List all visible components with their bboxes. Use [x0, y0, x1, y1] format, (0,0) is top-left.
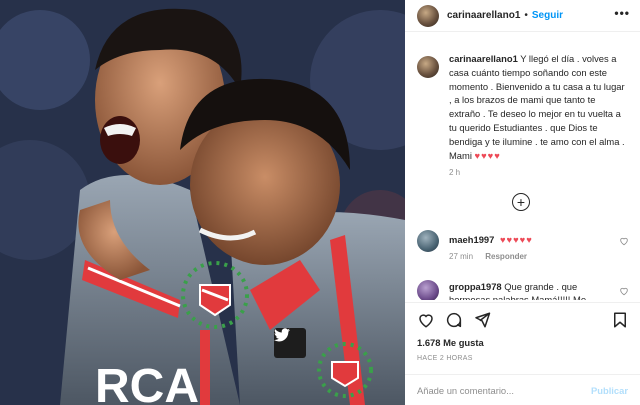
svg-text:RCA: RCA [95, 360, 199, 405]
comment-username[interactable]: maeh1997 [449, 234, 494, 245]
caption-hearts: ♥♥♥♥ [474, 149, 501, 161]
caption-body: Y llegó el día . volves a casa cuánto ti… [449, 53, 625, 161]
author-username[interactable]: carinaarellano1 [447, 10, 520, 21]
send-icon[interactable] [473, 311, 491, 329]
comment-text: ♥♥♥♥♥ [499, 234, 533, 245]
caption-username[interactable]: carinaarellano1 [449, 53, 518, 64]
bookmark-icon[interactable] [611, 311, 629, 329]
caption-text: carinaarellano1 Y llegó el día . volves … [449, 52, 629, 162]
author-avatar[interactable] [417, 4, 439, 27]
twitter-icon [274, 328, 290, 342]
heart-outline-icon[interactable] [417, 311, 435, 329]
comment-meta: 27 min Responder [449, 252, 537, 261]
comment-username[interactable]: groppa1978 [449, 281, 502, 292]
caption-timestamp[interactable]: 2 h [449, 168, 460, 177]
action-bar: 1.678 Me gusta HACE 2 HORAS [405, 302, 640, 374]
post-header: carinaarellano1 • Seguir ••• [405, 0, 640, 32]
comment-icon[interactable] [445, 311, 463, 329]
post-details-panel: carinaarellano1 • Seguir ••• carinaarell… [405, 0, 640, 405]
comment-input[interactable] [417, 384, 591, 396]
post-age[interactable]: HACE 2 HORAS [417, 355, 473, 362]
comment-content: groppa1978 Que grande . que hermosas pal… [449, 280, 619, 300]
publish-button[interactable]: Publicar [591, 385, 628, 396]
caption-avatar[interactable] [417, 56, 439, 78]
comment-content: maeh1997 ♥♥♥♥♥ [449, 234, 533, 245]
heart-outline-icon[interactable] [619, 236, 629, 246]
more-horizontal-icon[interactable]: ••• [614, 6, 630, 20]
comment-avatar[interactable] [417, 280, 439, 300]
comment-avatar[interactable] [417, 230, 439, 252]
separator-dot: • [524, 10, 528, 21]
post-photo[interactable]: RCA [0, 0, 405, 405]
twitter-watermark [274, 328, 306, 358]
caption: carinaarellano1 Y llegó el día . volves … [417, 52, 629, 177]
likes-count[interactable]: 1.678 Me gusta [417, 337, 484, 348]
comment-time[interactable]: 27 min [449, 252, 473, 261]
reply-button[interactable]: Responder [485, 252, 527, 261]
load-more-comments-button[interactable]: + [512, 193, 530, 211]
photo-illustration: RCA [0, 0, 405, 405]
comment-clip: groppa1978 Que grande . que hermosas pal… [405, 278, 640, 300]
add-comment-bar: Publicar [405, 374, 640, 405]
follow-button[interactable]: Seguir [532, 10, 563, 21]
heart-outline-icon[interactable] [619, 286, 629, 296]
